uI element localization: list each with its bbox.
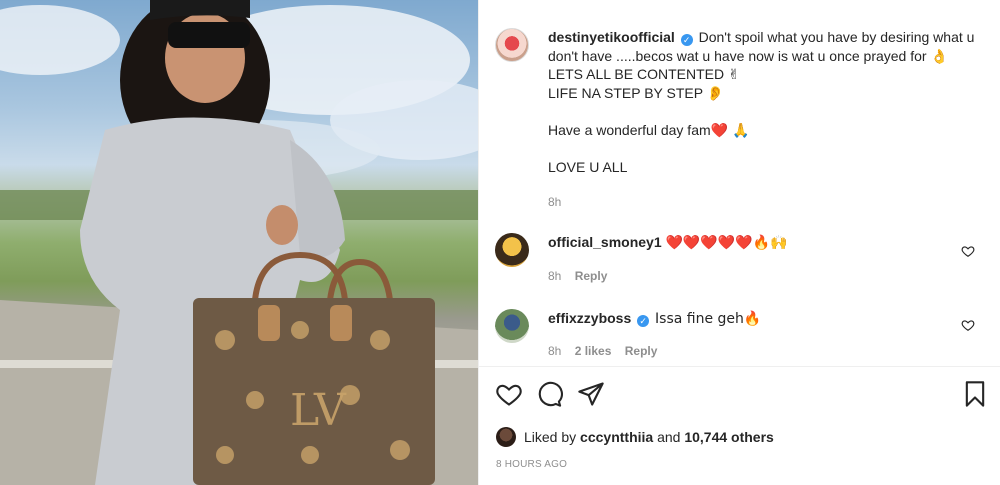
post-time-ago[interactable]: 8 HOURS AGO: [496, 459, 567, 470]
caption-line-5: Have a wonderful day fam❤️ 🙏: [548, 121, 750, 138]
post-photo[interactable]: LV: [0, 0, 478, 485]
caption-line-2: LETS ALL BE CONTENTED ✌: [548, 66, 740, 82]
post-photo-art: LV: [0, 0, 478, 485]
verified-badge-icon: ✓: [680, 34, 693, 46]
actions-divider: [479, 366, 1000, 367]
author-username[interactable]: destinyetikoofficial: [548, 29, 675, 45]
caption-line-6: [548, 139, 988, 158]
caption-line-3: LIFE NA STEP BY STEP 👂: [548, 84, 725, 101]
caption-time: 8h: [548, 195, 562, 209]
reply-button[interactable]: Reply: [625, 344, 658, 358]
author-avatar[interactable]: [495, 28, 529, 62]
likes-text: Liked by cccyntthiia and 10,744 others: [524, 427, 774, 447]
comment-time: 8h: [548, 269, 562, 283]
comment-time: 8h: [548, 344, 562, 358]
bag-monogram: LV: [290, 385, 347, 436]
caption-line-7: LOVE U ALL: [548, 158, 628, 175]
commenter-username[interactable]: effixzzyboss: [548, 310, 631, 326]
likes-joiner: and: [657, 429, 681, 445]
comment-meta: 8h 2 likes Reply: [548, 344, 667, 358]
verified-badge-icon: ✓: [637, 315, 650, 327]
caption-text: destinyetikoofficial ✓ Don't spoil what …: [548, 28, 988, 176]
comment-text: ❤️❤️❤️❤️❤️🔥🙌: [665, 235, 788, 251]
comment-like-heart-icon[interactable]: [961, 244, 975, 258]
comment-like-heart-icon[interactable]: [961, 318, 975, 332]
commenter-username[interactable]: official_smoney1: [548, 234, 662, 250]
comment-meta: 8h Reply: [548, 269, 617, 283]
liker-username[interactable]: cccyntthiia: [580, 429, 653, 445]
action-bar: [495, 380, 995, 410]
comment-body: official_smoney1 ❤️❤️❤️❤️❤️🔥🙌: [548, 233, 948, 252]
bookmark-icon[interactable]: [961, 380, 989, 408]
comment-bubble-icon[interactable]: [535, 380, 563, 408]
reply-button[interactable]: Reply: [575, 269, 608, 283]
comment-text: Issa fine geh🔥: [655, 311, 762, 327]
likes-count[interactable]: 10,744 others: [684, 429, 774, 445]
commenter-avatar[interactable]: [495, 309, 529, 343]
caption-line-4: [548, 102, 988, 121]
heart-outline-icon[interactable]: [495, 380, 523, 408]
comment-body: effixzzyboss ✓ Issa fine geh🔥: [548, 309, 948, 328]
liker-avatar[interactable]: [496, 427, 516, 447]
panel-divider: [478, 0, 479, 485]
commenter-avatar[interactable]: [495, 233, 529, 267]
paper-plane-icon[interactable]: [577, 380, 605, 408]
comment-likes-count[interactable]: 2 likes: [575, 344, 612, 358]
likes-prefix: Liked by: [524, 429, 577, 445]
